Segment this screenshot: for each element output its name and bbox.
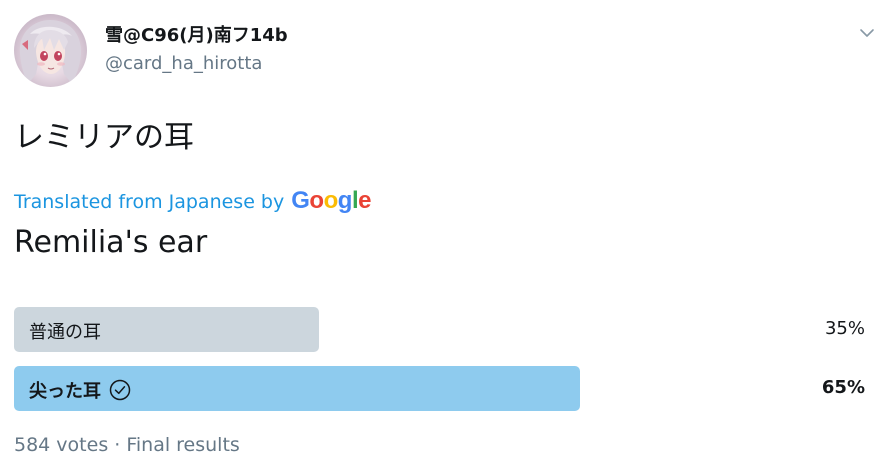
poll-option-label: 尖った耳 — [29, 377, 131, 403]
avatar[interactable] — [14, 14, 87, 87]
tweet-card: 雪@C96(月)南フ14b @card_ha_hirotta レミリアの耳 Tr… — [0, 0, 895, 476]
poll-option-1: 普通の耳 35% — [14, 307, 865, 352]
display-name[interactable]: 雪@C96(月)南フ14b — [105, 21, 288, 47]
google-logo: Google — [291, 187, 371, 214]
poll-footer: 584 votes · Final results — [14, 434, 240, 456]
poll-option-2: 尖った耳 65% — [14, 366, 865, 411]
translation-attribution[interactable]: Translated from Japanese by Google — [14, 187, 371, 215]
poll-option-label: 普通の耳 — [29, 322, 101, 343]
poll-percent: 65% — [821, 377, 865, 398]
chevron-down-icon[interactable] — [858, 24, 876, 42]
tweet-text: レミリアの耳 — [14, 120, 194, 155]
avatar-image — [19, 20, 82, 84]
poll-percent: 35% — [824, 318, 865, 339]
user-handle[interactable]: @card_ha_hirotta — [105, 53, 262, 74]
translated-text: Remilia's ear — [14, 225, 208, 260]
check-circle-icon — [109, 379, 131, 401]
translation-prefix: Translated from Japanese by — [14, 191, 285, 213]
